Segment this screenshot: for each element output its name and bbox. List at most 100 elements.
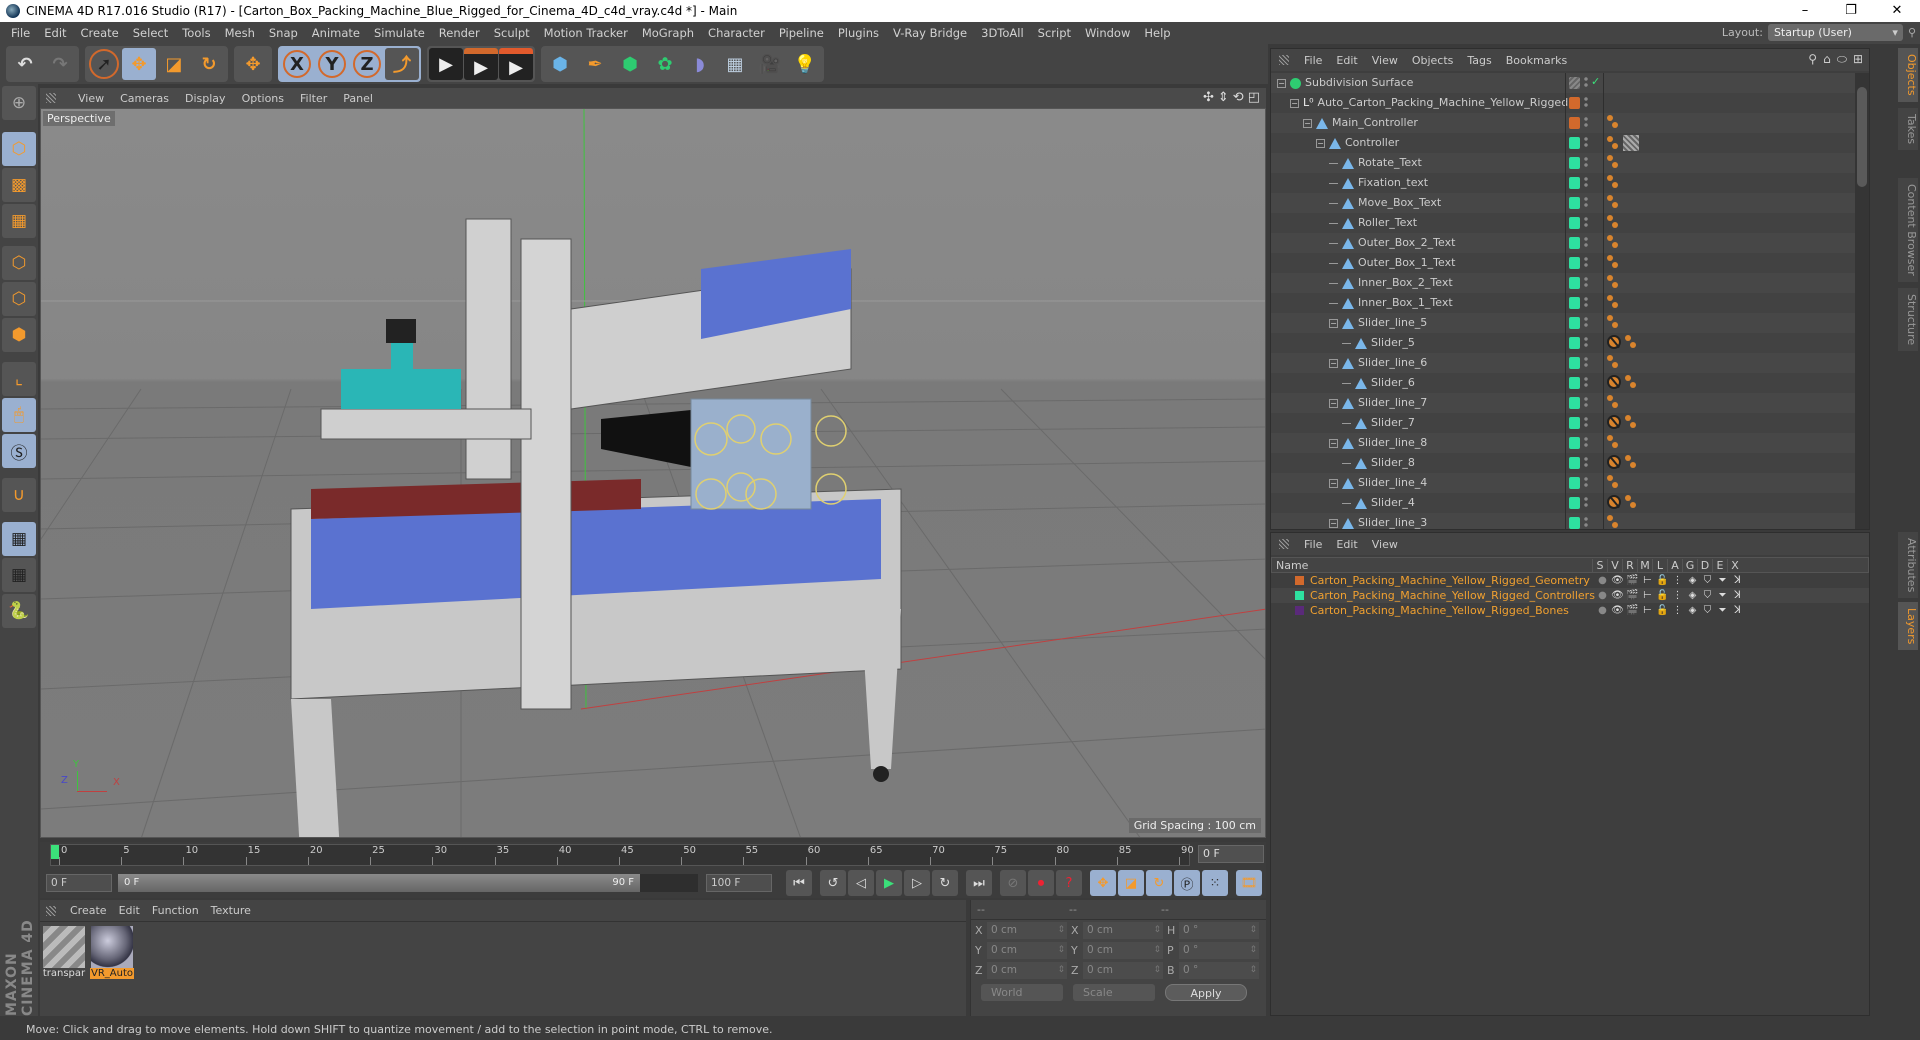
layer-color-swatch[interactable] [1569, 157, 1580, 169]
layer-color-swatch[interactable] [1569, 377, 1580, 389]
side-tab-content-browser[interactable]: Content Browser [1898, 178, 1918, 282]
rotate-tool-icon[interactable]: ↻ [192, 48, 226, 80]
xpresso-tag-icon[interactable] [1607, 395, 1619, 409]
menu-edit[interactable]: Edit [37, 26, 73, 40]
collapse-toggle-icon[interactable]: − [1329, 478, 1338, 488]
object-row[interactable]: − L⁰ Auto_Carton_Packing_Machine_Yellow_Ri… [1271, 93, 1856, 113]
scale-tool-icon[interactable]: ◪ [157, 48, 191, 80]
object-row[interactable]: Slider_6 [1271, 373, 1856, 393]
layer-generators-toggle-icon[interactable]: ◈ [1685, 605, 1700, 616]
objects-menu-objects[interactable]: Objects [1405, 54, 1461, 67]
protection-tag-icon[interactable] [1607, 495, 1621, 509]
object-row[interactable]: Slider_8 [1271, 453, 1856, 473]
collapse-toggle-icon[interactable]: − [1316, 138, 1325, 148]
objects-menu-edit[interactable]: Edit [1329, 54, 1364, 67]
bend-deformer-icon[interactable]: ◗ [683, 48, 717, 80]
layer-color-swatch[interactable] [1569, 337, 1580, 349]
object-row[interactable]: − Main_Controller [1271, 113, 1856, 133]
menu-v-ray-bridge[interactable]: V-Ray Bridge [886, 26, 974, 40]
layer-manager-toggle-icon[interactable]: ⊢ [1640, 590, 1655, 601]
layer-expressions-toggle-icon[interactable]: ⏷ [1715, 590, 1730, 601]
viewport-menu-options[interactable]: Options [234, 92, 292, 105]
layer-render-toggle-icon[interactable]: 🎬 [1625, 575, 1640, 586]
python-icon[interactable]: 🐍 [2, 594, 36, 628]
panel-grip-icon[interactable] [1279, 539, 1289, 549]
layer-color-swatch[interactable] [1569, 97, 1580, 109]
collapse-toggle-icon[interactable]: − [1329, 438, 1338, 448]
visibility-dots[interactable] [1584, 297, 1588, 309]
next-frame-button[interactable]: ▷ [904, 870, 930, 896]
object-row[interactable]: Slider_4 [1271, 493, 1856, 513]
end-frame-field[interactable]: 100 F [706, 874, 772, 892]
go-to-start-button[interactable]: ⏮ [786, 870, 812, 896]
previous-frame-button[interactable]: ◁ [848, 870, 874, 896]
layer-name[interactable]: Carton_Packing_Machine_Yellow_Rigged_Con… [1310, 589, 1595, 602]
layer-locked-toggle-icon[interactable]: 🔓 [1655, 575, 1670, 586]
menu-sculpt[interactable]: Sculpt [487, 26, 537, 40]
viewport-menu-display[interactable]: Display [177, 92, 234, 105]
visibility-dots[interactable] [1584, 497, 1588, 509]
layer-generators-toggle-icon[interactable]: ◈ [1685, 575, 1700, 586]
layer-locked-toggle-icon[interactable]: 🔓 [1655, 605, 1670, 616]
cloner-icon[interactable]: ✿ [648, 48, 682, 80]
name-column-header[interactable]: Name [1272, 559, 1592, 572]
live-selection-tool-icon[interactable]: ➚ [89, 49, 119, 79]
pan-view-icon[interactable]: ✣ [1203, 90, 1214, 105]
collapse-toggle-icon[interactable]: − [1290, 98, 1299, 108]
layer-color-swatch[interactable] [1569, 317, 1580, 329]
menu-script[interactable]: Script [1031, 26, 1078, 40]
visibility-dots[interactable] [1584, 177, 1588, 189]
layer-color-swatch[interactable] [1569, 437, 1580, 449]
frame-ruler[interactable]: 0 5 10 15 20 25 30 35 40 45 50 55 60 65 70 75 80 85 90 [50, 844, 1194, 866]
xpresso-tag-icon[interactable] [1607, 435, 1619, 449]
object-row[interactable]: − Slider_line_8 [1271, 433, 1856, 453]
object-row[interactable]: − Slider_line_7 [1271, 393, 1856, 413]
viewport-menu-panel[interactable]: Panel [335, 92, 381, 105]
menu-simulate[interactable]: Simulate [367, 26, 432, 40]
xpresso-tag-icon[interactable] [1607, 355, 1619, 369]
eye-icon[interactable]: ⬭ [1837, 52, 1847, 67]
go-to-previous-keyframe-button[interactable]: ↺ [820, 870, 846, 896]
xpresso-tag-icon[interactable] [1625, 375, 1637, 389]
xpresso-tag-icon[interactable] [1607, 215, 1619, 229]
size-field[interactable]: 0 cm [1083, 961, 1163, 979]
visibility-dots[interactable] [1584, 317, 1588, 329]
coordinate-system-icon[interactable]: ⤴ [385, 48, 419, 80]
layer-column-d[interactable]: D [1697, 558, 1712, 572]
menu-mesh[interactable]: Mesh [218, 26, 262, 40]
workplane-mode-icon[interactable]: ▦ [2, 204, 36, 238]
playhead[interactable] [51, 845, 59, 859]
visibility-dots[interactable] [1584, 237, 1588, 249]
object-row[interactable]: Inner_Box_1_Text [1271, 293, 1856, 313]
layer-color-swatch[interactable] [1569, 237, 1580, 249]
side-tab-attributes[interactable]: Attributes [1898, 532, 1918, 599]
texture-tag-icon[interactable] [1623, 135, 1639, 151]
size-field[interactable]: 0 cm [1083, 941, 1163, 959]
menu-mograph[interactable]: MoGraph [635, 26, 701, 40]
menu-window[interactable]: Window [1078, 26, 1137, 40]
side-tab-takes[interactable]: Takes [1898, 108, 1918, 151]
viewport-menu-filter[interactable]: Filter [292, 92, 335, 105]
orbit-view-icon[interactable]: ⟲ [1233, 90, 1244, 105]
rotation-field[interactable]: 0 ° [1179, 921, 1259, 939]
object-row[interactable]: Inner_Box_2_Text [1271, 273, 1856, 293]
object-row[interactable]: Slider_7 [1271, 413, 1856, 433]
layers-menu-file[interactable]: File [1297, 538, 1329, 551]
visibility-dots[interactable] [1584, 417, 1588, 429]
object-row[interactable]: Slider_5 [1271, 333, 1856, 353]
position-field[interactable]: 0 cm [987, 961, 1067, 979]
object-row[interactable]: − Slider_line_3 [1271, 513, 1856, 529]
layer-solo-toggle-icon[interactable]: ● [1595, 590, 1610, 601]
pen-spline-icon[interactable]: ✒ [578, 48, 612, 80]
xpresso-tag-icon[interactable] [1607, 115, 1619, 129]
protection-tag-icon[interactable] [1607, 455, 1621, 469]
key-position-icon[interactable]: ✥ [1090, 870, 1116, 896]
layer-column-r[interactable]: R [1622, 558, 1637, 572]
layer-column-x[interactable]: X [1727, 558, 1742, 572]
xpresso-tag-icon[interactable] [1607, 175, 1619, 189]
model-mode-icon[interactable]: ⬡ [2, 132, 36, 166]
collapse-toggle-icon[interactable]: − [1329, 318, 1338, 328]
objects-menu-file[interactable]: File [1297, 54, 1329, 67]
cube-icon[interactable]: ⬢ [543, 48, 577, 80]
rotation-field[interactable]: 0 ° [1179, 941, 1259, 959]
